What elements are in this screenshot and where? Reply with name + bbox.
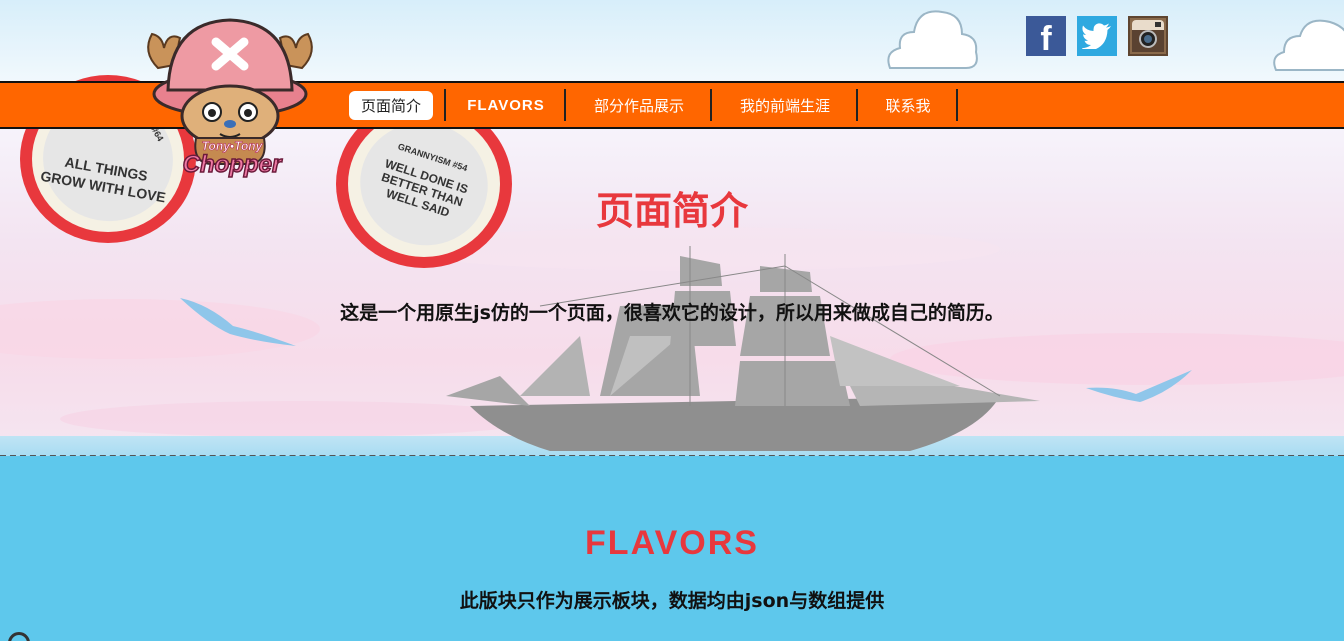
cloud-decoration	[887, 10, 978, 69]
intro-title: 页面简介	[595, 189, 748, 233]
nav-item-career-label: 我的前端生涯	[739, 96, 830, 115]
instagram-icon[interactable]	[1128, 16, 1168, 56]
nav-item-intro-label: 页面简介	[348, 90, 433, 120]
cloud-decoration	[1273, 19, 1344, 71]
intro-description: 这是一个用原生js仿的一个页面，很喜欢它的设计，所以用来做成自己的简历。	[340, 302, 1004, 324]
chopper-logo[interactable]: Tony•Tony Chopper	[140, 12, 320, 178]
nav-divider	[956, 89, 958, 121]
flavors-title: FLAVORS	[585, 524, 759, 562]
nav-item-contact-label: 联系我	[885, 96, 931, 115]
twitter-bird-icon	[1082, 23, 1111, 49]
seagull-right	[1086, 370, 1192, 402]
camera-icon	[1132, 20, 1164, 52]
social-links: f	[1026, 16, 1168, 58]
nav-item-works-label: 部分作品展示	[593, 96, 684, 115]
main-nav: 页面简介 FLAVORS 部分作品展示 我的前端生涯 联系我	[336, 89, 958, 121]
nav-item-flavors-label: FLAVORS	[467, 96, 545, 114]
nav-item-flavors[interactable]: FLAVORS	[446, 89, 566, 121]
facebook-icon[interactable]: f	[1026, 16, 1066, 58]
flavors-description: 此版块只作为展示板块，数据均由json与数组提供	[459, 590, 885, 612]
logo-text-line2: Chopper	[183, 151, 283, 178]
nav-item-intro[interactable]: 页面简介	[336, 89, 446, 121]
twitter-icon[interactable]	[1077, 16, 1117, 56]
nav-item-contact[interactable]: 联系我	[858, 89, 958, 121]
nav-item-works[interactable]: 部分作品展示	[566, 89, 712, 121]
facebook-glyph: f	[1040, 19, 1052, 58]
nav-item-career[interactable]: 我的前端生涯	[712, 89, 858, 121]
ship-silhouette	[446, 246, 1040, 451]
